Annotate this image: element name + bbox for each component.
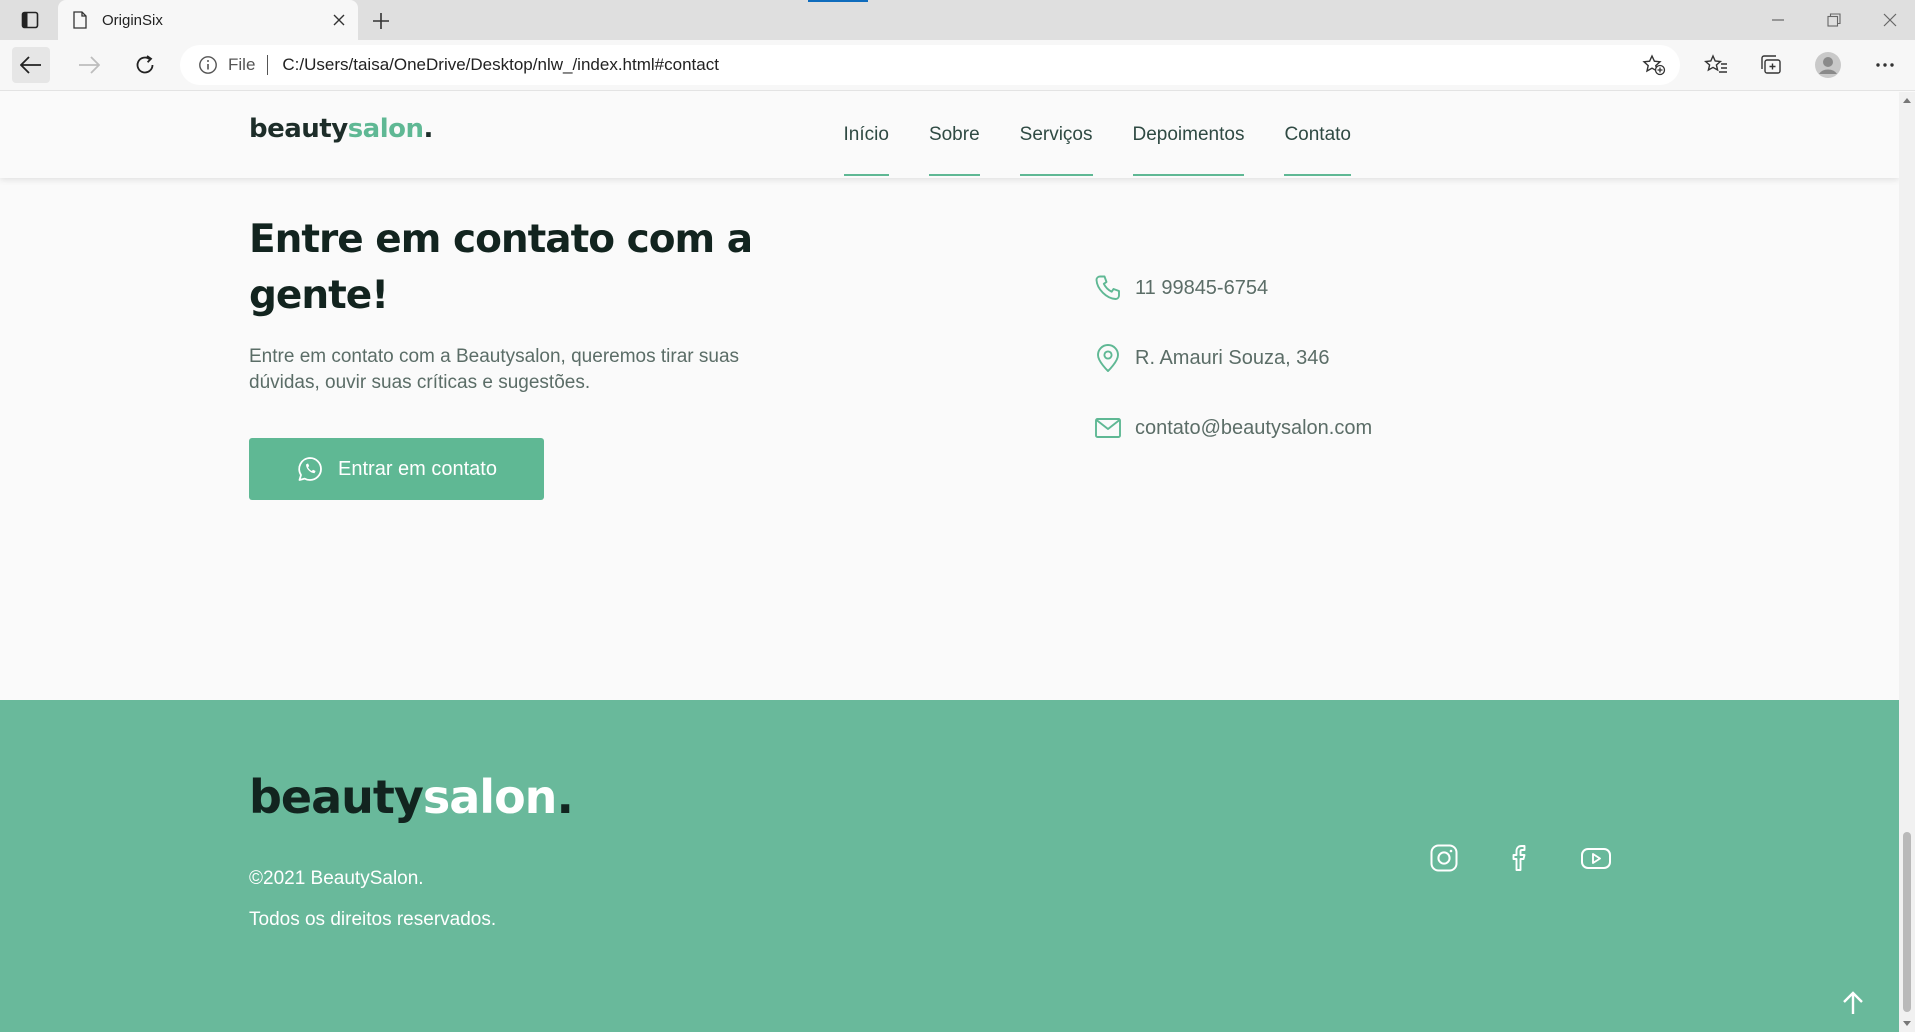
contact-phone-text: 11 99845-6754 — [1135, 276, 1269, 299]
tab-indicator — [808, 0, 868, 2]
browser-tab[interactable]: OriginSix — [58, 0, 358, 40]
contact-address-text: R. Amauri Souza, 346 — [1135, 346, 1330, 369]
menu-item-inicio[interactable]: Início — [843, 92, 890, 178]
reload-button[interactable] — [126, 47, 164, 83]
arrow-up-icon — [1843, 991, 1863, 1014]
facebook-icon — [1512, 845, 1526, 871]
youtube-icon — [1581, 848, 1611, 869]
back-button[interactable] — [12, 47, 50, 83]
profile-button[interactable] — [1811, 49, 1845, 81]
social-links — [1428, 842, 1612, 874]
main-menu: Início Sobre Serviços Depoimentos Contat… — [843, 92, 1351, 178]
footer-logo: beautysalon. — [249, 770, 574, 824]
tab-actions-button[interactable] — [14, 7, 46, 33]
youtube-link[interactable] — [1580, 842, 1612, 874]
avatar-icon — [1815, 52, 1841, 78]
copyright-text: ©2021 BeautySalon. — [249, 868, 424, 889]
facebook-link[interactable] — [1504, 842, 1536, 874]
plus-icon — [373, 13, 389, 29]
site-header: beautysalon. Início Sobre Serviços Depoi… — [0, 92, 1899, 178]
back-to-top-button[interactable] — [1836, 986, 1870, 1020]
mail-icon — [1095, 418, 1121, 438]
rights-text: Todos os direitos reservados. — [249, 909, 497, 930]
address-bar[interactable]: File C:/Users/taisa/OneDrive/Desktop/nlw… — [180, 45, 1680, 85]
add-favorite-icon[interactable] — [1642, 54, 1666, 76]
page-scrollbar[interactable] — [1899, 92, 1915, 1032]
contact-title: Entre em contato com a gente! — [249, 217, 753, 318]
phone-icon — [1095, 275, 1120, 300]
site-logo[interactable]: beautysalon. — [249, 114, 433, 144]
close-icon — [333, 14, 345, 26]
logo-part-salon: salon — [347, 114, 424, 144]
scroll-up-arrow[interactable] — [1903, 98, 1911, 103]
footer-logo-dot: . — [556, 770, 574, 824]
browser-tab-bar: OriginSix — [0, 0, 1915, 40]
menu-item-contato[interactable]: Contato — [1284, 92, 1351, 178]
collections-button[interactable] — [1754, 49, 1788, 81]
url-text: C:/Users/taisa/OneDrive/Desktop/nlw_/ind… — [282, 55, 719, 74]
contact-button-label: Entrar em contato — [338, 457, 497, 480]
menu-item-servicos[interactable]: Serviços — [1019, 92, 1093, 178]
footer-logo-part-salon: salon — [422, 770, 558, 824]
whatsapp-icon — [298, 457, 322, 481]
contact-whatsapp-button[interactable]: Entrar em contato — [249, 438, 544, 500]
settings-more-button[interactable] — [1868, 49, 1902, 81]
contact-info-list: 11 99845-6754 R. Amauri Souza, 346 conta… — [1093, 270, 1372, 480]
tab-actions-icon — [21, 11, 39, 29]
page-icon — [73, 11, 87, 29]
logo-dot: . — [423, 114, 434, 144]
minimize-button[interactable] — [1758, 6, 1798, 34]
page-viewport: beautysalon. Início Sobre Serviços Depoi… — [0, 92, 1899, 1032]
menu-item-depoimentos[interactable]: Depoimentos — [1132, 92, 1244, 178]
scrollbar-thumb[interactable] — [1903, 832, 1911, 1012]
favorites-button[interactable] — [1699, 49, 1733, 81]
close-window-button[interactable] — [1870, 6, 1910, 34]
scroll-down-arrow[interactable] — [1903, 1021, 1911, 1026]
contact-item-address: R. Amauri Souza, 346 — [1093, 340, 1372, 376]
info-icon — [199, 56, 217, 74]
contact-item-email: contato@beautysalon.com — [1093, 410, 1372, 446]
tab-close-button[interactable] — [330, 11, 348, 29]
contact-item-phone: 11 99845-6754 — [1093, 270, 1372, 306]
contact-description: Entre em contato com a Beautysalon, quer… — [249, 346, 740, 393]
instagram-icon — [1430, 844, 1458, 872]
minimize-icon — [1772, 19, 1784, 21]
logo-part-beauty: beauty — [249, 114, 348, 144]
restore-button[interactable] — [1814, 6, 1854, 34]
close-icon — [1883, 13, 1897, 27]
restore-icon — [1827, 13, 1841, 27]
arrow-right-icon — [79, 56, 100, 74]
more-icon — [1876, 63, 1894, 67]
menu-item-sobre[interactable]: Sobre — [928, 92, 980, 178]
contact-email-text: contato@beautysalon.com — [1135, 416, 1373, 439]
forward-button[interactable] — [70, 47, 108, 83]
site-footer: beautysalon. ©2021 BeautySalon. Todos os… — [0, 700, 1899, 1032]
url-divider — [267, 55, 269, 75]
map-pin-icon — [1097, 344, 1119, 372]
new-tab-button[interactable] — [368, 8, 394, 34]
url-scheme-label: File — [228, 55, 256, 74]
footer-logo-part-beauty: beauty — [249, 770, 424, 824]
collections-icon — [1761, 55, 1781, 74]
instagram-link[interactable] — [1428, 842, 1460, 874]
reload-icon — [136, 55, 154, 74]
tab-title: OriginSix — [102, 11, 163, 29]
arrow-left-icon — [20, 56, 41, 74]
browser-toolbar: File C:/Users/taisa/OneDrive/Desktop/nlw… — [0, 40, 1915, 91]
favorites-icon — [1704, 54, 1727, 73]
